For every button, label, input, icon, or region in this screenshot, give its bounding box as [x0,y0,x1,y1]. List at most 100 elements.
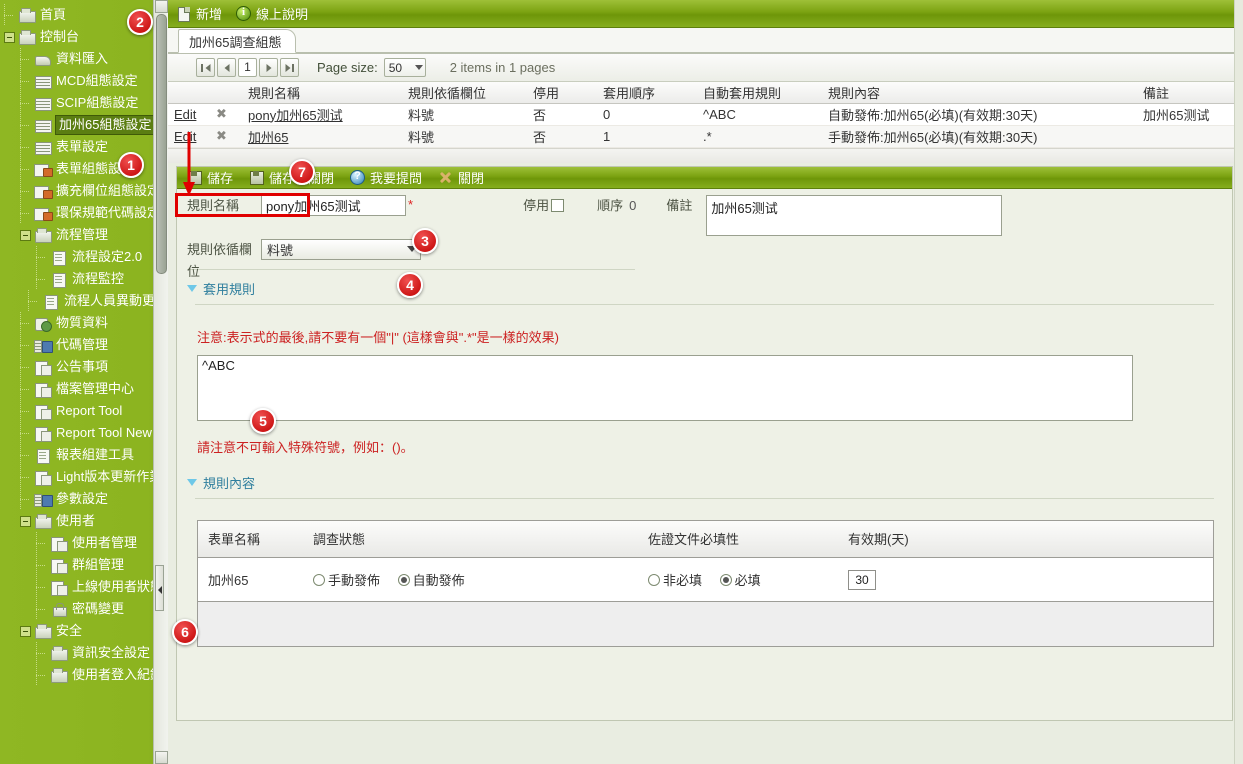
ask-question-button[interactable]: 我要提問 [350,168,422,187]
sidebar-item-24[interactable]: 使用者管理 [0,532,168,554]
radio-not-required[interactable]: 非必填 [648,570,702,589]
sidebar-item-label: 首頁 [40,7,67,22]
cell-delete[interactable]: ✖ [210,103,242,126]
tree-connector [20,312,34,334]
sidebar-item-2[interactable]: 資料匯入 [0,48,168,70]
cell-edit[interactable]: Edit [168,125,210,148]
sidebar-scroll-thumb[interactable] [156,14,167,274]
sidebar-item-13[interactable]: 流程人員異動更新 [0,290,168,312]
radio-required[interactable]: 必填 [719,570,761,589]
pager-last-button[interactable] [280,58,299,77]
rule-content-body: 加州65 手動發佈 自動發佈 非必填 必填 30 [198,557,1213,646]
sidebar-item-30[interactable]: 使用者登入紀錄 [0,664,168,686]
sidebar-item-14[interactable]: 物質資料 [0,312,168,334]
close-button[interactable]: 關閉 [438,168,484,187]
sidebar-scroll-down-button[interactable] [155,751,168,764]
rule-name-link[interactable]: 加州65 [248,130,288,145]
tree-expander-icon[interactable] [20,625,31,637]
rule-name-link[interactable]: pony加州65测试 [248,108,343,123]
radio-icon[interactable] [313,573,325,586]
pager-page-number[interactable]: 1 [238,58,257,77]
sidebar-item-26[interactable]: 上線使用者狀態 [0,576,168,598]
edit-link[interactable]: Edit [174,129,196,144]
sidebar-splitter-handle[interactable] [155,565,164,611]
apply-rule-note: 請注意不可輸入特殊符號，例如：()。 [197,439,414,455]
edit-link[interactable]: Edit [174,107,196,122]
cell-delete[interactable]: ✖ [210,125,242,148]
page-size-select[interactable]: 50 [383,58,426,77]
tree-expander-icon[interactable] [20,229,31,241]
sidebar-item-6[interactable]: 表單設定 [0,136,168,158]
cell-edit[interactable]: Edit [168,103,210,126]
sidebar-item-9[interactable]: 環保規範代碼設定 [0,202,168,224]
table-row[interactable]: Edit ✖ 加州65 料號 否 1 .* 手動發佈:加州65(必填)(有效期:… [168,125,1243,148]
valid-days-input[interactable] [848,569,876,590]
sidebar-item-3[interactable]: MCD組態設定 [0,70,168,92]
sidebar-item-5[interactable]: 加州65組態設定 [0,114,168,136]
delete-icon[interactable]: ✖ [216,106,227,121]
sidebar-item-29[interactable]: 資訊安全設定 [0,642,168,664]
page-icon [34,359,52,376]
radio-auto-publish[interactable]: 自動發佈 [397,570,465,589]
collapse-arrow-icon[interactable] [187,479,197,486]
cell-auto-rule: .* [697,125,822,148]
tab-strip: 加州65調查組態 [168,28,1243,54]
delete-icon[interactable]: ✖ [216,128,227,143]
doc-icon [34,447,52,464]
sidebar-item-18[interactable]: Report Tool [0,400,168,422]
online-help-button[interactable]: 線上說明 [236,4,308,23]
sidebar-item-19[interactable]: Report Tool New [0,422,168,444]
collapse-arrow-icon[interactable] [187,285,197,292]
radio-icon[interactable] [719,573,732,586]
save-close-icon [249,170,265,185]
sidebar-scroll-up-button[interactable] [155,0,168,13]
save-icon [187,170,202,185]
sidebar-item-25[interactable]: 群組管理 [0,554,168,576]
main-scrollbar[interactable] [1234,0,1243,764]
col-apply-order: 套用順序 [597,82,697,104]
pager-first-button[interactable] [196,58,215,77]
rule-content-section-header[interactable]: 規則內容 [177,472,1232,494]
apply-rule-textarea[interactable] [197,354,1133,421]
sidebar-item-11[interactable]: 流程設定2.0 [0,246,168,268]
radio-icon[interactable] [648,573,660,586]
sidebar-item-22[interactable]: 參數設定 [0,488,168,510]
sidebar-item-23[interactable]: 使用者 [0,510,168,532]
sidebar-item-20[interactable]: 報表組建工具 [0,444,168,466]
order-value: 0 [629,197,637,213]
disable-checkbox[interactable] [551,198,565,212]
sidebar-item-28[interactable]: 安全 [0,620,168,642]
sidebar-item-15[interactable]: 代碼管理 [0,334,168,356]
pager-buttons: 1 [196,58,299,77]
sidebar-item-27[interactable]: 密碼變更 [0,598,168,620]
table-row[interactable]: Edit ✖ pony加州65测试 料號 否 0 ^ABC 自動發佈:加州65(… [168,103,1243,126]
cell-rule-name[interactable]: 加州65 [242,125,402,148]
sidebar-item-16[interactable]: 公告事項 [0,356,168,378]
sidebar-item-17[interactable]: 檔案管理中心 [0,378,168,400]
sidebar-item-21[interactable]: Light版本更新作業 [0,466,168,488]
rule-name-input[interactable] [261,194,406,216]
radio-icon[interactable] [397,573,410,586]
remark-textarea[interactable] [706,194,1003,236]
sidebar-item-12[interactable]: 流程監控 [0,268,168,290]
sidebar-item-4[interactable]: SCIP組態設定 [0,92,168,114]
tree-expander-icon[interactable] [4,31,15,43]
tab-california65-survey-config[interactable]: 加州65調查組態 [178,29,297,53]
application-window: 首頁 控制台 資料匯入 MCD組態設定 SCIP組態設定 加州65組態設定 表單設定 表單組態… [0,0,1243,764]
tree-expander-icon[interactable] [20,515,31,527]
sidebar-scrollbar[interactable] [153,0,168,764]
new-button[interactable]: 新增 [176,4,222,23]
sidebar-item-10[interactable]: 流程管理 [0,224,168,246]
radio-manual-publish[interactable]: 手動發佈 [313,570,380,589]
save-button[interactable]: 儲存 [187,168,233,187]
tree-connector [36,246,50,268]
cell-rule-name[interactable]: pony加州65测试 [242,103,402,126]
sidebar-item-8[interactable]: 擴充欄位組態設定 [0,180,168,202]
disable-label: 停用 [523,197,550,213]
pager-previous-button[interactable] [217,58,236,77]
pager-next-button[interactable] [259,58,278,77]
rule-field-dropdown[interactable]: 料號 [261,238,421,260]
apply-rule-section-header[interactable]: 套用規則 [177,278,1232,300]
